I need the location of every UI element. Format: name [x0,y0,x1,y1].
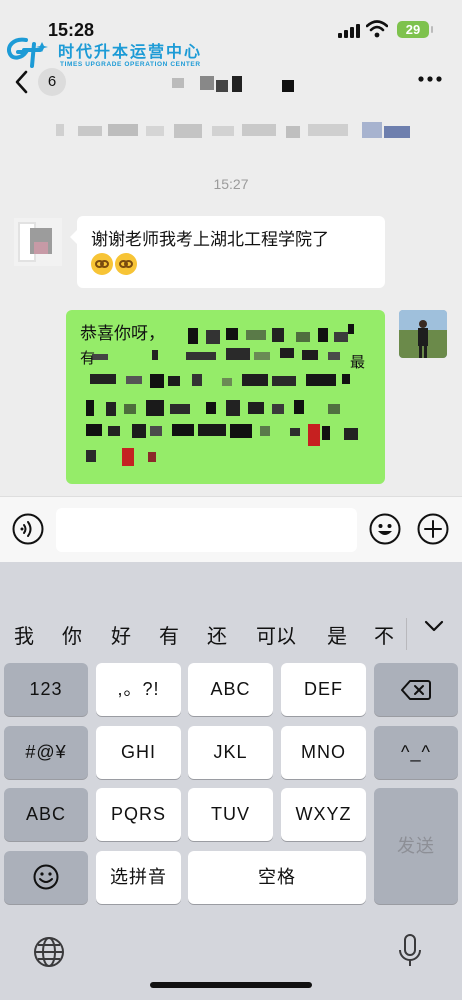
candidate-word[interactable]: 有 [159,620,179,649]
unread-count-badge[interactable]: 6 [38,68,66,96]
candidate-divider [406,618,407,650]
candidate-word[interactable]: 是 [327,620,347,649]
emoticon-face-key[interactable]: ^_^ [374,726,458,779]
key-label: DEF [304,679,343,699]
outgoing-message-fragment: 有 [80,349,96,367]
my-avatar[interactable] [399,310,447,358]
add-attachment-icon[interactable] [417,513,449,545]
emoji-row [91,252,371,276]
punctuation-key[interactable]: ,。?! [96,663,181,716]
key-label: JKL [213,742,248,762]
candidate-word[interactable]: 好 [111,620,131,649]
key-label: 选拼音 [110,867,167,887]
key-label: 123 [29,679,63,699]
message-timestamp: 15:27 [213,176,249,192]
candidate-word[interactable]: 还 [207,620,227,649]
message-input[interactable] [56,508,357,552]
candidate-bar: 我 你 好 有 还 可以 是 不 [0,616,462,656]
flushed-face-emoji-icon [115,253,137,275]
key-label: 空格 [258,867,296,887]
key-label: ABC [25,804,66,824]
key-label: TUV [211,804,250,824]
expand-candidates-chevron-icon[interactable] [424,620,444,632]
incoming-message-text: 谢谢老师我考上湖北工程学院了 [91,230,329,250]
key-label: WXYZ [295,804,352,824]
abc-letters-key[interactable]: ABC [188,663,273,716]
globe-language-icon[interactable] [33,936,65,968]
wxyz-letters-key[interactable]: WXYZ [281,788,366,841]
candidate-word[interactable]: 我 [14,620,34,649]
chat-title-redacted [172,72,296,94]
more-options-icon[interactable] [418,76,442,82]
def-letters-key[interactable]: DEF [281,663,366,716]
outgoing-message-tail: 最 [350,353,366,371]
key-label: ^_^ [401,742,431,762]
backspace-key[interactable] [374,663,458,716]
abc-mode-key[interactable]: ABC [4,788,88,841]
backspace-icon [401,680,431,700]
mno-letters-key[interactable]: MNO [281,726,366,779]
key-label: #@¥ [25,742,67,762]
candidate-word[interactable]: 不 [374,620,394,649]
message-input-bar [0,496,462,562]
chat-header: 6 [0,64,462,104]
system-notice-redacted [56,118,412,144]
back-chevron-icon[interactable] [14,70,28,94]
microphone-icon[interactable] [398,934,422,968]
watermark-name: 时代升本运营中心 [58,42,203,61]
incoming-message-bubble[interactable]: 谢谢老师我考上湖北工程学院了 [70,216,385,288]
cellular-signal-icon [338,24,360,38]
emoji-keyboard-key[interactable] [4,851,88,904]
send-button[interactable]: 发送 [374,788,458,904]
outgoing-message-text: 恭喜你呀， [80,324,165,344]
numbers-key[interactable]: 123 [4,663,88,716]
flushed-face-emoji-icon [91,253,113,275]
jkl-letters-key[interactable]: JKL [188,726,273,779]
voice-input-icon[interactable] [12,513,44,545]
chinese-keyboard: 我 你 好 有 还 可以 是 不 123 ,。?! ABC DEF #@¥ GH… [0,562,462,1000]
key-label: PQRS [110,804,166,824]
key-label: GHI [120,742,156,762]
key-label: ,。?! [117,679,160,699]
candidate-word[interactable]: 可以 [256,620,296,649]
symbols-key[interactable]: #@¥ [4,726,88,779]
emoji-keyboard-icon [33,864,59,890]
battery-indicator: 29 [397,21,433,38]
space-bar[interactable]: 空格 [188,851,366,904]
emoji-picker-icon[interactable] [369,513,401,545]
pinyin-select-key[interactable]: 选拼音 [96,851,181,904]
key-label: MNO [301,742,346,762]
key-label: 发送 [397,836,435,856]
home-indicator[interactable] [150,982,312,988]
pqrs-letters-key[interactable]: PQRS [96,788,181,841]
wifi-icon [366,20,388,38]
outgoing-message-bubble[interactable]: 恭喜你呀， 有 最 [66,310,385,484]
ghi-letters-key[interactable]: GHI [96,726,181,779]
key-label: ABC [210,679,251,699]
tuv-letters-key[interactable]: TUV [188,788,273,841]
sender-avatar[interactable] [14,218,62,266]
candidate-word[interactable]: 你 [62,620,82,649]
